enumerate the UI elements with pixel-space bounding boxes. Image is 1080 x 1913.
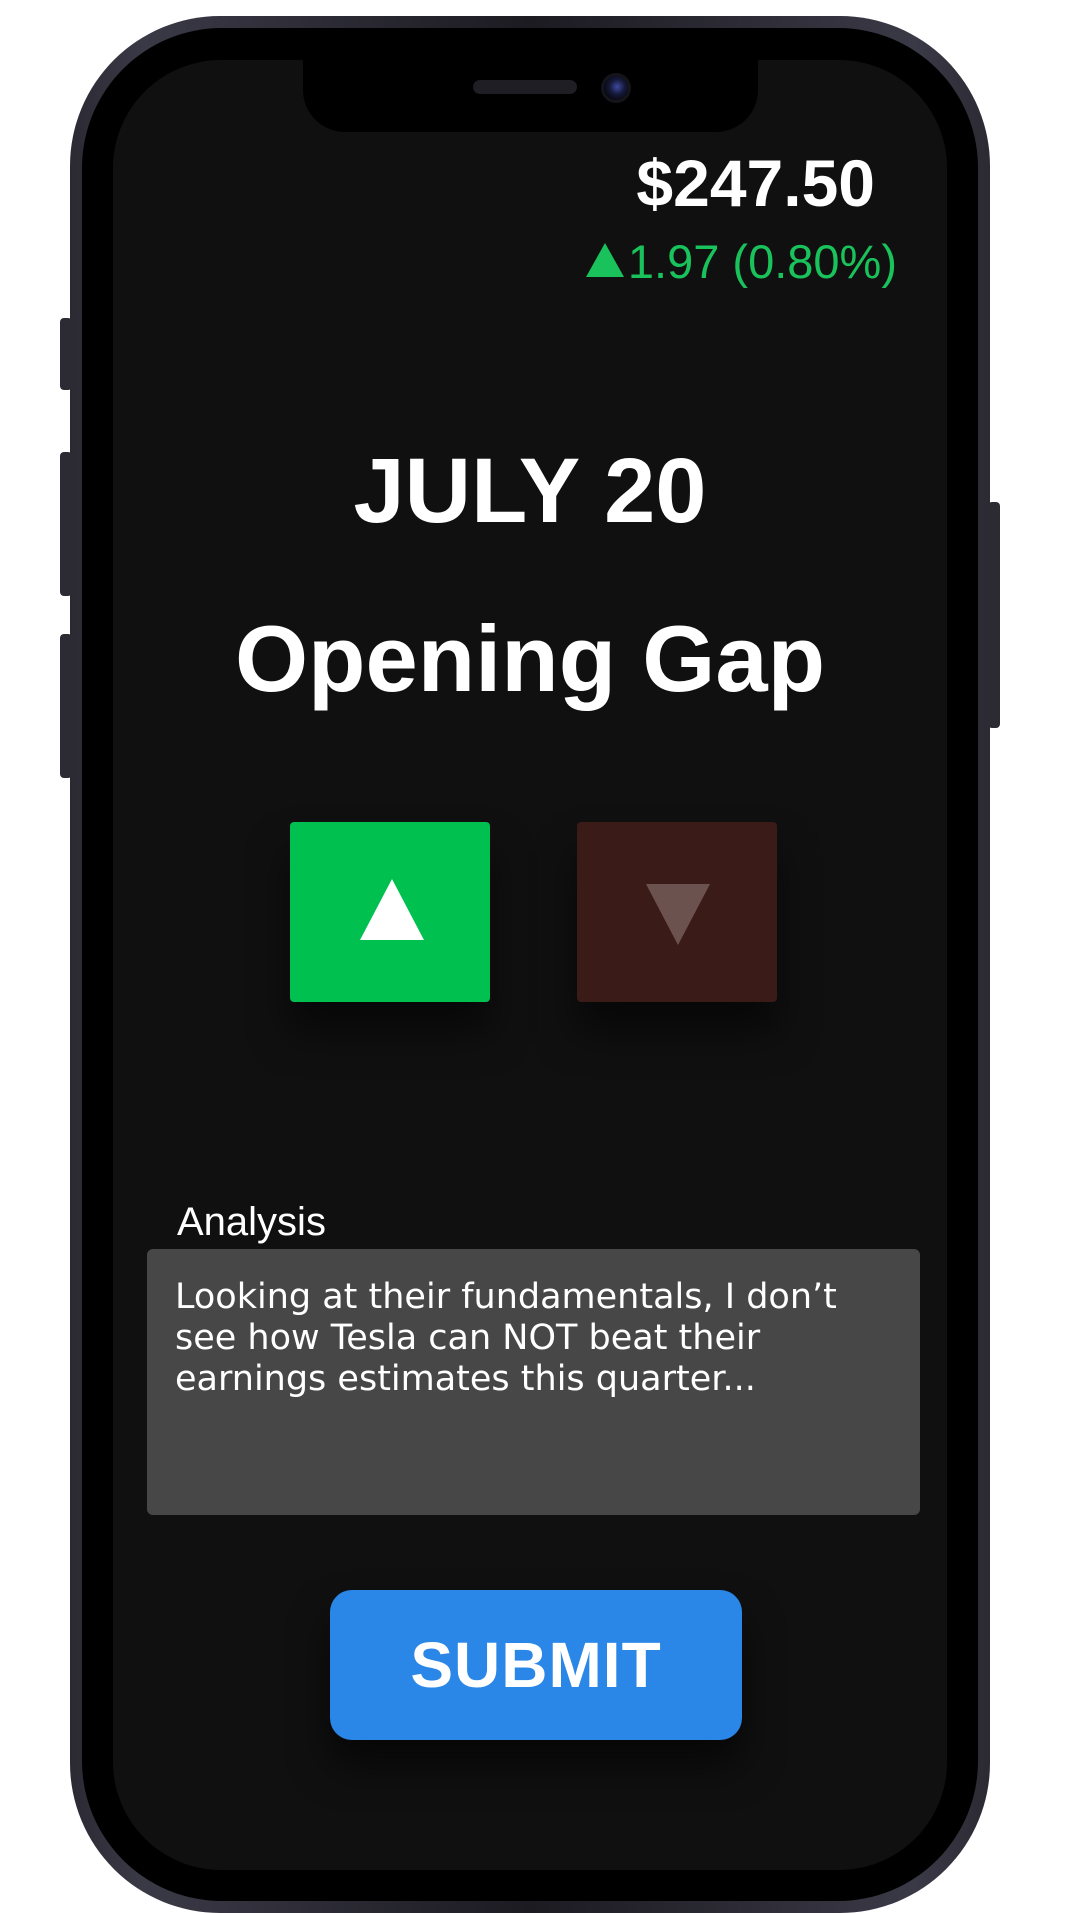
volume-up-button [60,452,72,596]
price-change: 1.97 (0.80%) [585,235,897,288]
analysis-input[interactable]: Looking at their fundamentals, I don’t s… [147,1249,920,1515]
analysis-label: Analysis [177,1200,326,1244]
volume-down-button [60,634,72,778]
page-title: Opening Gap [234,606,826,711]
notch [303,60,758,132]
device-mockup: $247.50 1.97 (0.80%) JULY 20 Opening Gap… [0,0,1080,1913]
front-camera [601,73,631,103]
triangle-up-icon [360,879,424,940]
stock-price: $247.50 [636,146,875,220]
gap-down-button[interactable] [577,822,777,1002]
app-screen: $247.50 1.97 (0.80%) JULY 20 Opening Gap… [113,60,947,1870]
submit-button[interactable]: SUBMIT [330,1590,742,1740]
speaker-grille [473,80,577,94]
mute-switch [60,318,72,390]
power-button [988,502,1000,728]
triangle-up-icon [585,242,624,277]
prediction-date: JULY 20 [353,440,707,542]
triangle-down-icon [646,884,710,945]
price-change-value: 1.97 (0.80%) [627,235,897,288]
gap-up-button[interactable] [290,822,490,1002]
